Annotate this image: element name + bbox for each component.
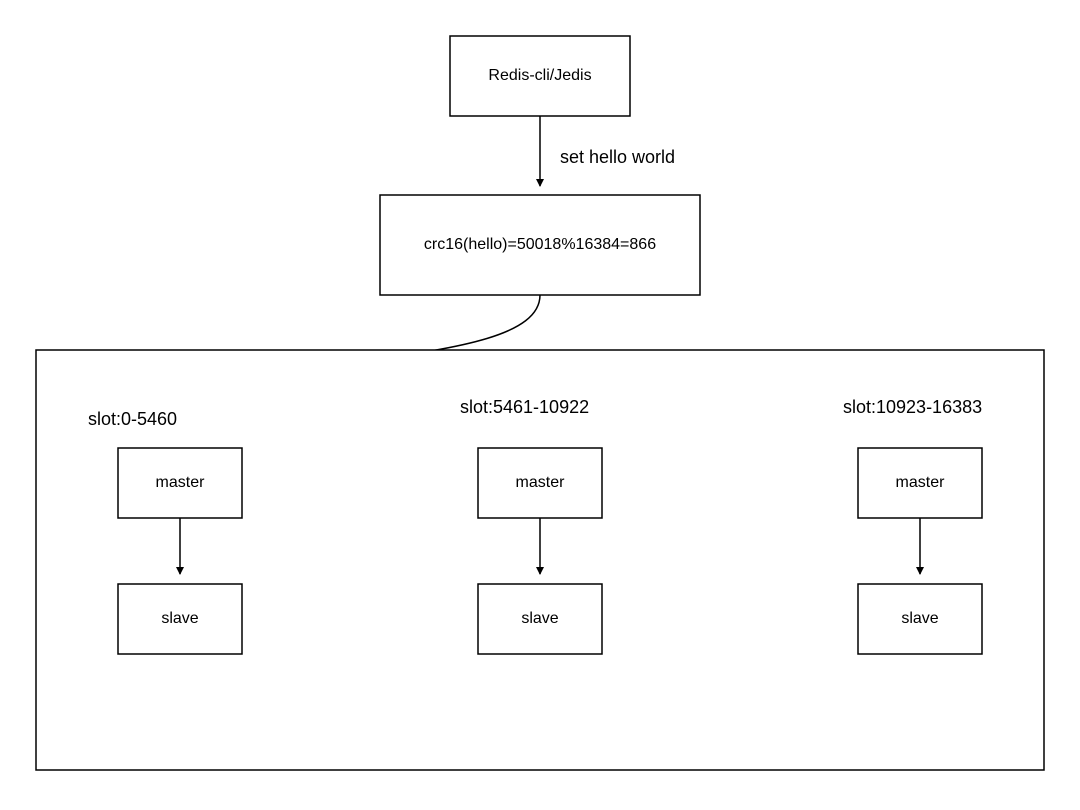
diagram-canvas: Redis-cli/Jedis set hello world crc16(he… [0, 0, 1080, 810]
slave-label-0: slave [161, 610, 198, 627]
slot-label-0: slot:0-5460 [88, 409, 177, 429]
master-label-0: master [156, 474, 206, 491]
slot-label-1: slot:5461-10922 [460, 397, 589, 417]
hash-label: crc16(hello)=50018%16384=866 [424, 236, 656, 253]
slot-label-2: slot:10923-16383 [843, 397, 982, 417]
slave-label-2: slave [901, 610, 938, 627]
master-label-1: master [516, 474, 566, 491]
client-label: Redis-cli/Jedis [488, 67, 591, 84]
command-label: set hello world [560, 147, 675, 167]
master-label-2: master [896, 474, 946, 491]
slave-label-1: slave [521, 610, 558, 627]
